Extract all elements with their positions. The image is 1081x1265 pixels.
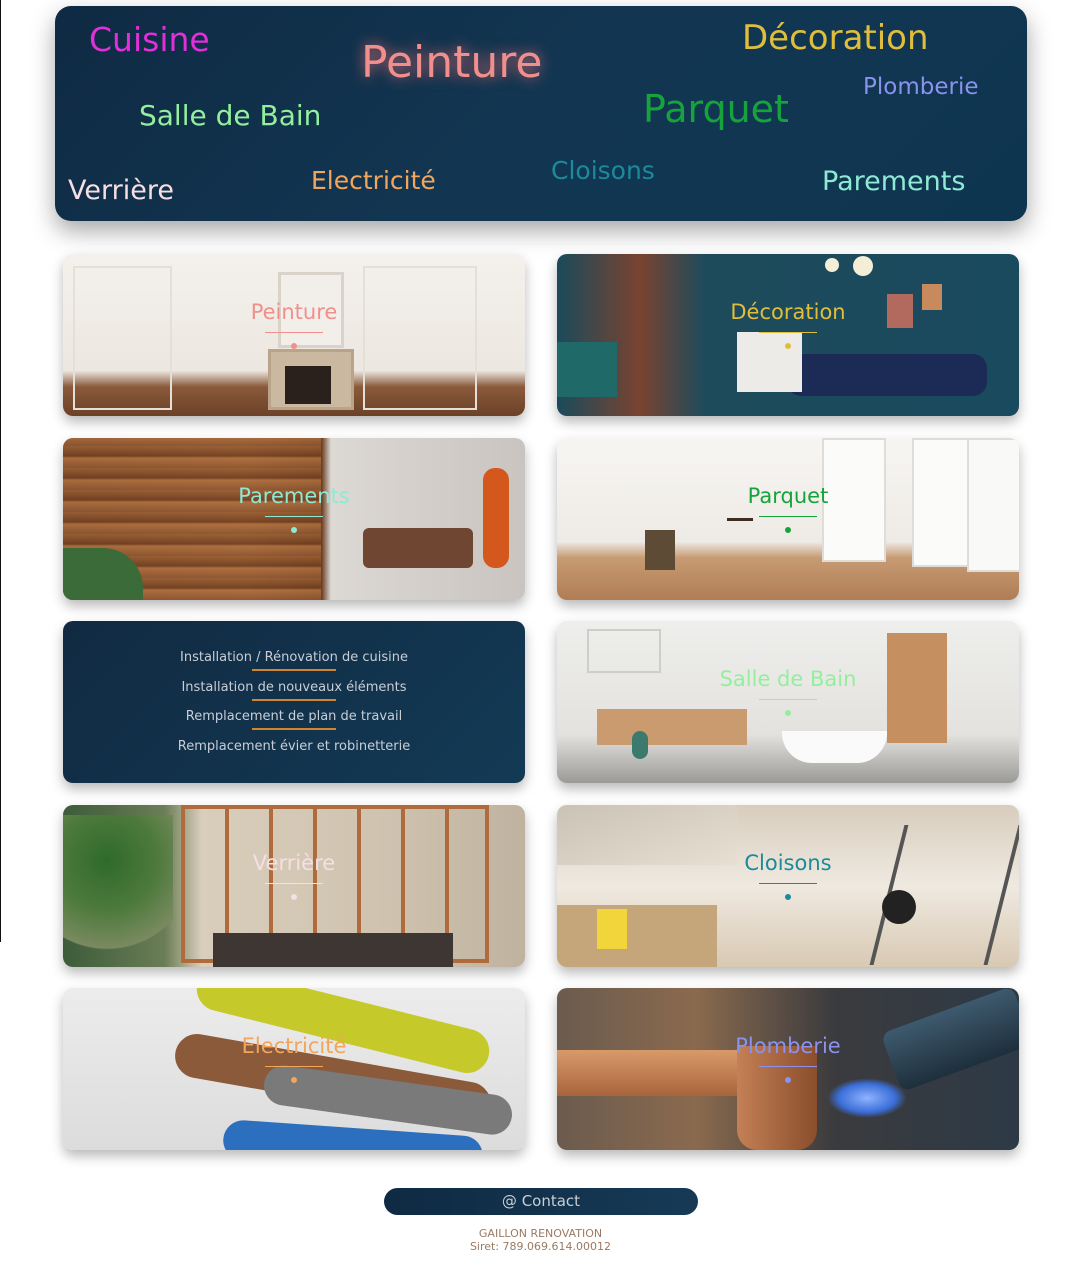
service-card-cuisine[interactable]: Installation / Rénovation de cuisine Ins… [63, 621, 525, 783]
fireplace-opening-image [285, 366, 331, 404]
card-dot [785, 527, 791, 533]
cloud-word-salle-de-bain[interactable]: Salle de Bain [139, 102, 321, 130]
card-dot [785, 1077, 791, 1083]
lamp-globe-image [853, 256, 873, 276]
cloud-word-cloisons[interactable]: Cloisons [551, 158, 655, 183]
cuisine-service-item: Installation de nouveaux éléments [63, 679, 525, 709]
service-card-cloisons[interactable]: Cloisons [557, 805, 1019, 967]
cloud-word-parquet[interactable]: Parquet [643, 90, 789, 128]
card-title: Peinture [250, 300, 338, 324]
service-card-plomberie[interactable]: Plomberie [557, 988, 1019, 1150]
card-title: Plomberie [735, 1034, 841, 1058]
card-underline [265, 1066, 323, 1067]
wall-panel-image [363, 266, 477, 410]
service-card-verriere[interactable]: Verrière [63, 805, 525, 967]
item-underline [252, 698, 336, 701]
card-title: Cloisons [744, 851, 832, 875]
cabinet-image [557, 342, 617, 397]
service-card-salle-de-bain[interactable]: Salle de Bain [557, 621, 1019, 783]
service-card-electricite[interactable]: Electricité [63, 988, 525, 1150]
bathtub-image [782, 731, 887, 763]
card-title: Salle de Bain [719, 667, 857, 691]
cloud-word-parements[interactable]: Parements [822, 168, 965, 195]
card-title: Parements [238, 484, 350, 508]
cloud-word-peinture[interactable]: Peinture [361, 41, 542, 85]
services-word-cloud: Cuisine Peinture Décoration Plomberie Sa… [55, 6, 1027, 221]
chair-image [645, 530, 675, 570]
item-underline [252, 669, 336, 671]
item-underline [252, 728, 336, 731]
card-underline [759, 699, 817, 700]
side-table-image [727, 518, 753, 551]
card-underline [265, 516, 323, 517]
stove-fire-image [483, 468, 509, 568]
sofa-image [787, 354, 987, 396]
card-title: Electricité [241, 1034, 347, 1058]
left-border-line [0, 0, 1, 942]
service-card-peinture[interactable]: Peinture [63, 254, 525, 416]
card-dot [291, 1077, 297, 1083]
lamp-globe-image [825, 258, 839, 272]
insulation-boxes-image [557, 905, 717, 967]
cloud-word-plomberie[interactable]: Plomberie [863, 76, 978, 99]
cloud-word-decoration[interactable]: Décoration [742, 21, 929, 55]
cuisine-service-item: Remplacement de plan de travail [63, 708, 525, 738]
wall-panel-image [73, 266, 172, 410]
armchair-image [363, 528, 473, 568]
cuisine-service-item: Remplacement évier et robinetterie [177, 739, 411, 755]
lift-wheel-image [882, 890, 916, 924]
card-title: Verrière [252, 851, 336, 875]
card-underline [265, 883, 323, 884]
service-card-parquet[interactable]: Parquet [557, 438, 1019, 600]
card-underline [759, 332, 817, 333]
cloud-word-cuisine[interactable]: Cuisine [89, 23, 210, 56]
service-card-parements[interactable]: Parements [63, 438, 525, 600]
card-dot [291, 343, 297, 349]
card-dot [785, 710, 791, 716]
card-title: Parquet [747, 484, 829, 508]
cuisine-services-list: Installation / Rénovation de cuisine Ins… [63, 649, 525, 768]
fireplace-image [737, 332, 802, 392]
card-dot [291, 527, 297, 533]
company-name: GAILLON RENOVATION [478, 1227, 603, 1240]
copper-elbow-image [737, 1046, 817, 1150]
card-underline [759, 883, 817, 884]
blue-flame-image [827, 1078, 907, 1118]
card-dot [785, 343, 791, 349]
cuisine-service-item: Installation / Rénovation de cuisine [63, 649, 525, 679]
card-underline [265, 332, 323, 333]
cloud-word-verriere[interactable]: Verrière [68, 177, 174, 204]
card-underline [759, 1066, 817, 1067]
siret-number: Siret: 789.069.614.00012 [469, 1240, 612, 1253]
footer: GAILLON RENOVATION Siret: 789.069.614.00… [0, 1227, 1081, 1253]
service-card-decoration[interactable]: Décoration [557, 254, 1019, 416]
card-underline [759, 516, 817, 517]
tree-mural-image [63, 815, 173, 967]
card-title: Décoration [730, 300, 846, 324]
kitchen-counter-image [213, 933, 453, 967]
shelf-image [587, 629, 661, 673]
contact-button[interactable]: @ Contact [384, 1188, 698, 1215]
vase-image [632, 731, 648, 759]
insulation-pack-image [597, 909, 627, 949]
cloud-word-electricite[interactable]: Electricité [311, 168, 436, 193]
card-dot [291, 894, 297, 900]
card-dot [785, 894, 791, 900]
vanity-image [597, 709, 747, 745]
